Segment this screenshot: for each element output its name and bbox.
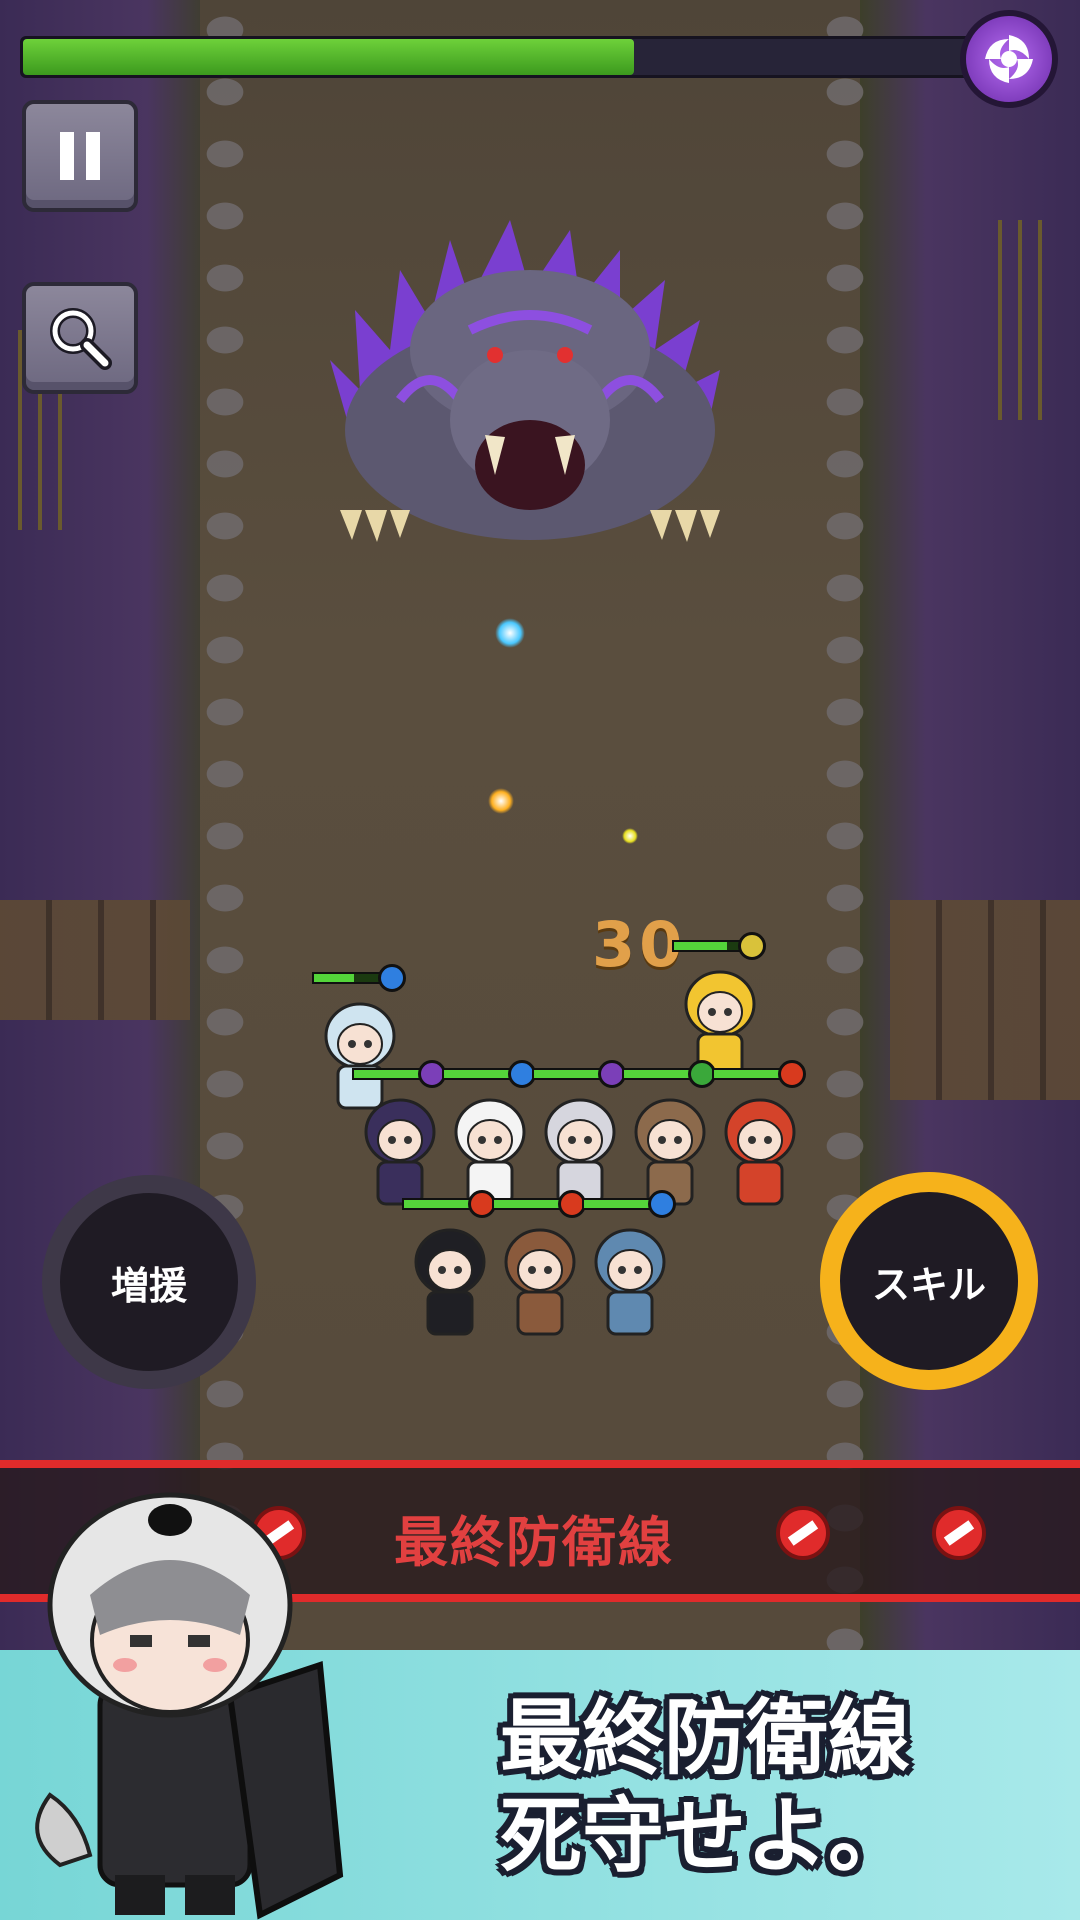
pause-icon	[60, 132, 100, 180]
light-element-icon	[738, 932, 766, 960]
no-entry-icon	[776, 1506, 830, 1560]
water-element-icon	[648, 1190, 676, 1218]
unit-sprite	[500, 1222, 580, 1342]
boss-hp-bar	[20, 36, 980, 78]
defense-line-top	[0, 1460, 1080, 1468]
unit-sprite	[410, 1222, 490, 1342]
stone-border-right	[810, 0, 880, 1650]
pause-button[interactable]	[22, 100, 138, 212]
zoom-button[interactable]	[22, 282, 138, 394]
unit-hp-bar	[442, 1068, 512, 1080]
hippo-boss[interactable]	[320, 180, 740, 560]
wooden-planks-left	[0, 900, 190, 1020]
magnifier-icon	[50, 308, 112, 370]
unit-sprite	[590, 1222, 670, 1342]
light-spark-effect	[622, 828, 638, 844]
unit-sprite	[360, 1092, 440, 1212]
unit-hp-bar	[312, 972, 382, 984]
unit-hp-bar	[402, 1198, 472, 1210]
fire-element-icon	[778, 1060, 806, 1088]
sheepdog-knight-character	[35, 1492, 344, 1920]
unit-hp-bar	[532, 1068, 602, 1080]
unit-hp-bar	[672, 940, 742, 952]
unit-hp-bar	[352, 1068, 422, 1080]
skill-button[interactable]: スキル	[820, 1172, 1038, 1390]
skill-label: スキル	[871, 1262, 986, 1307]
reeds-right	[990, 220, 1050, 420]
fire-spark-effect	[488, 788, 514, 814]
water-element-icon	[378, 964, 406, 992]
reinforce-label: 増援	[110, 1263, 187, 1308]
void-swirl-icon	[960, 10, 1058, 108]
banner-line-2: 死守せよ。	[500, 1789, 911, 1884]
stone-border-left	[190, 0, 260, 1650]
wooden-planks-right	[890, 900, 1080, 1100]
battlefield: 30	[0, 0, 1080, 1650]
banner-line-1: 最終防衛線	[500, 1691, 911, 1786]
reinforce-button[interactable]: 増援	[42, 1175, 256, 1389]
unit-hp-bar	[622, 1068, 692, 1080]
boss-hp-fill	[23, 39, 634, 75]
defense-line-title: 最終防衛線	[394, 1511, 674, 1574]
water-spark-effect	[495, 618, 525, 648]
unit-hp-bar	[492, 1198, 562, 1210]
unit-hp-bar	[582, 1198, 652, 1210]
unit-hp-bar	[712, 1068, 782, 1080]
swamp-left	[0, 0, 210, 1650]
banner-caption: 最終防衛線 死守せよ。	[500, 1690, 910, 1886]
unit-sprite	[720, 1092, 800, 1212]
no-entry-icon	[932, 1506, 986, 1560]
